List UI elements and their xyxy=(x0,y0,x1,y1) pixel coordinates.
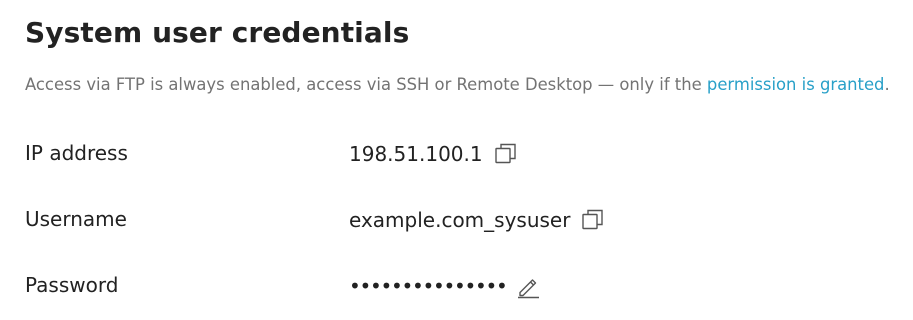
ip-address-value: 198.51.100.1 xyxy=(349,142,483,166)
username-label: Username xyxy=(25,207,127,231)
ip-address-value-group: 198.51.100.1 xyxy=(349,141,519,167)
username-row: Username example.com_sysuser xyxy=(25,205,885,239)
password-masked-value: ••••••••••••••• xyxy=(349,274,508,298)
copy-icon[interactable] xyxy=(493,141,519,167)
system-user-credentials-panel: System user credentials Access via FTP i… xyxy=(0,0,913,320)
password-value-group: ••••••••••••••• xyxy=(349,273,542,299)
username-value-group: example.com_sysuser xyxy=(349,207,606,233)
edit-pencil-icon[interactable] xyxy=(516,273,542,299)
ip-address-label: IP address xyxy=(25,141,128,165)
description-end: . xyxy=(884,75,890,94)
section-description: Access via FTP is always enabled, access… xyxy=(25,75,890,94)
copy-icon[interactable] xyxy=(580,207,606,233)
section-title: System user credentials xyxy=(25,16,410,49)
username-value: example.com_sysuser xyxy=(349,208,571,232)
password-label: Password xyxy=(25,273,119,297)
password-row: Password ••••••••••••••• xyxy=(25,271,885,305)
permission-link[interactable]: permission is granted xyxy=(707,75,885,94)
description-text: Access via FTP is always enabled, access… xyxy=(25,75,707,94)
ip-address-row: IP address 198.51.100.1 xyxy=(25,139,885,173)
